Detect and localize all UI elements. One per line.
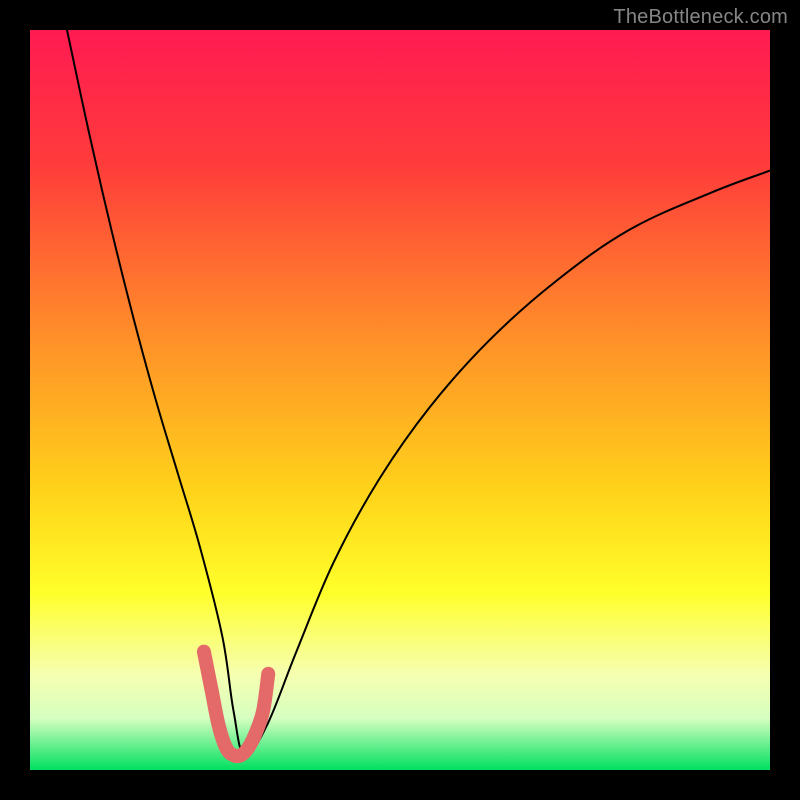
gradient-background	[30, 30, 770, 770]
bottleneck-chart	[30, 30, 770, 770]
watermark-text: TheBottleneck.com	[613, 6, 788, 29]
chart-frame	[30, 30, 770, 770]
